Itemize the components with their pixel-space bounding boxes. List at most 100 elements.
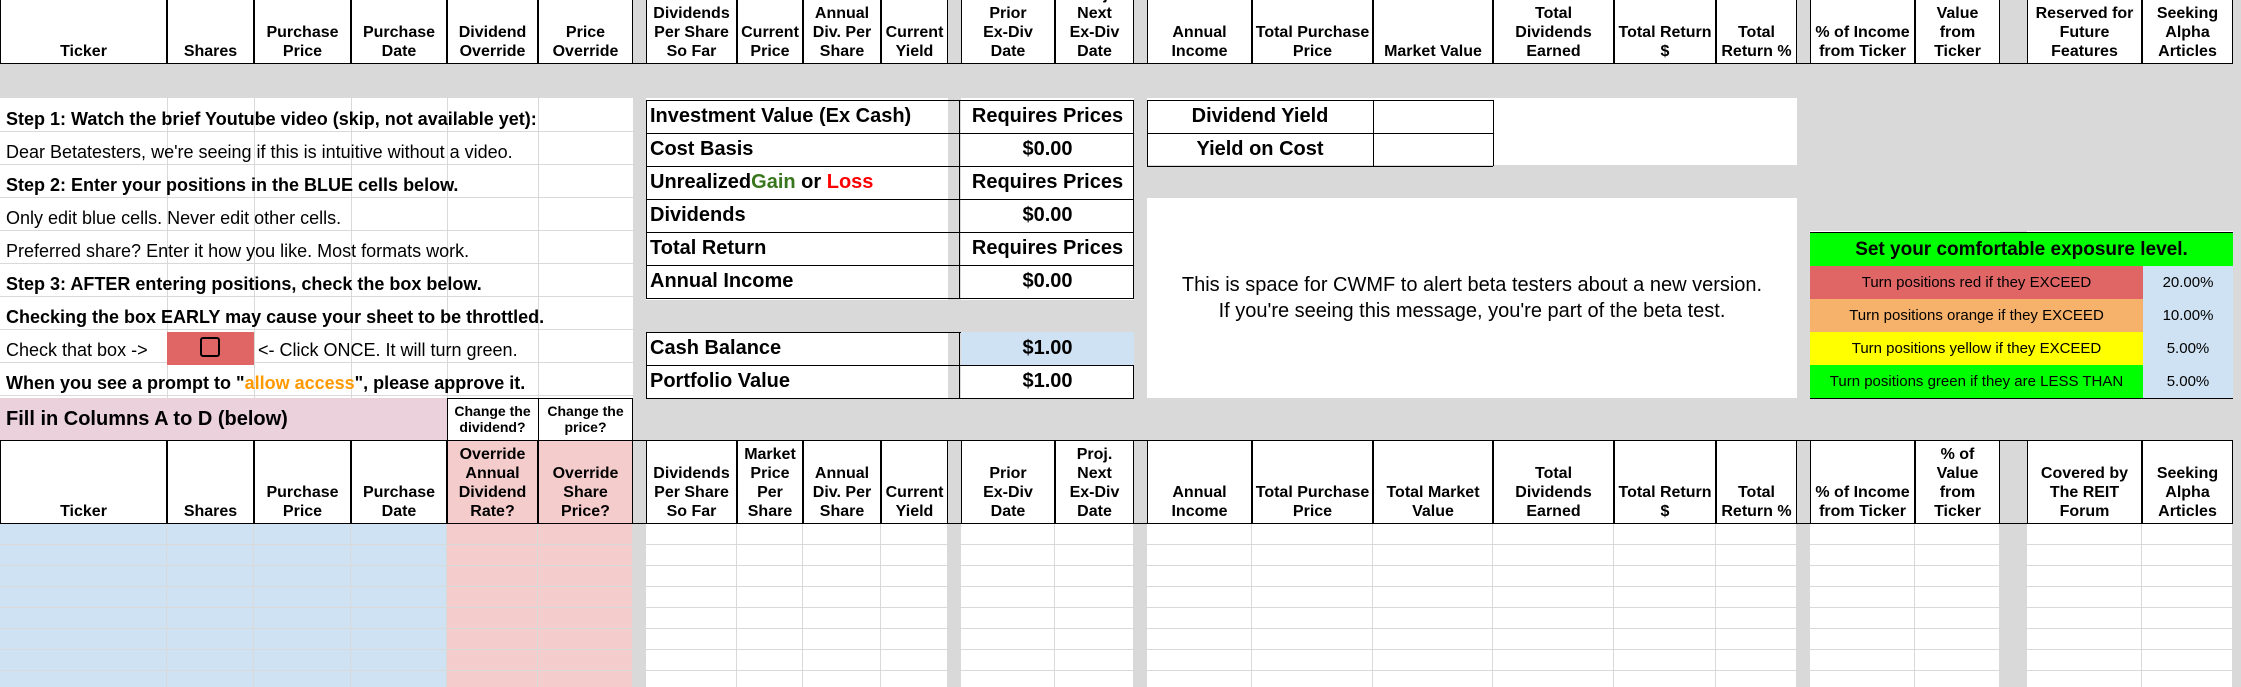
unrealized-gain: Gain xyxy=(751,171,796,193)
top-header-19: % of Income from Ticker xyxy=(1810,0,1915,64)
exposure-label-3: Turn positions yellow if they EXCEED xyxy=(1810,332,2143,365)
start-checkbox[interactable] xyxy=(200,337,220,357)
instruction-step3: Step 3: AFTER entering positions, check … xyxy=(6,274,482,294)
bottom-header-10: Current Yield xyxy=(881,440,948,524)
top-header-17: Total Return $ xyxy=(1614,0,1716,64)
bottom-header-6: Override Share Price? xyxy=(538,440,633,524)
exposure-label-2: Turn positions orange if they EXCEED xyxy=(1810,299,2143,332)
exposure-title: Set your comfortable exposure level. xyxy=(1810,233,2233,266)
exposure-value-2[interactable]: 10.00% xyxy=(2143,299,2233,332)
bottom-header-border xyxy=(961,440,962,524)
bottom-header-border xyxy=(351,440,352,524)
bottom-header-3: Purchase Price xyxy=(254,440,351,524)
data-row-line xyxy=(0,586,2233,587)
data-row-line xyxy=(0,565,2233,566)
instruction-line2: Dear Betatesters, we're seeing if this i… xyxy=(6,142,513,162)
bottom-header-border xyxy=(1915,440,1916,524)
fill-section-title: Fill in Columns A to D (below) xyxy=(6,407,288,430)
bottom-header-border xyxy=(254,440,255,524)
bottom-header-border xyxy=(1796,440,1797,524)
instruction-step1: Step 1: Watch the brief Youtube video (s… xyxy=(6,109,537,129)
top-header-21: Reserved for Future Features xyxy=(2027,0,2142,64)
investment-value-label: Investment Value (Ex Cash) xyxy=(650,105,912,127)
cash-balance-label: Cash Balance xyxy=(650,337,782,359)
bottom-header-border xyxy=(2027,440,2028,524)
bottom-header-7: Dividends Per Share So Far xyxy=(646,440,737,524)
dividends-label: Dividends xyxy=(650,204,746,226)
instruction-line5: Preferred share? Enter it how you like. … xyxy=(6,241,470,261)
input-area-blue[interactable] xyxy=(0,524,447,687)
data-row-line xyxy=(0,544,2233,545)
top-header-border xyxy=(1614,0,1615,64)
instruction-step2: Step 2: Enter your positions in the BLUE… xyxy=(6,175,459,195)
gray-separator-col-w xyxy=(1797,0,1810,687)
top-header-9: Annual Div. Per Share xyxy=(803,0,881,64)
portfolio-value-label: Portfolio Value xyxy=(650,370,791,392)
data-col-line xyxy=(1372,524,1373,687)
gray-row-cash-gap xyxy=(646,300,1134,332)
bottom-header-border xyxy=(1373,440,1374,524)
top-header-border xyxy=(254,0,255,64)
data-col-line xyxy=(253,524,254,687)
exposure-label-1: Turn positions red if they EXCEED xyxy=(1810,266,2143,299)
prompt-allow-access: allow access xyxy=(244,373,355,393)
top-header-4: Purchase Date xyxy=(351,0,447,64)
exposure-value-4[interactable]: 5.00% xyxy=(2143,365,2233,398)
top-header-border xyxy=(538,0,539,64)
bottom-header-border xyxy=(1810,440,1811,524)
bottom-header-top-border xyxy=(0,440,2233,441)
bottom-header-5: Override Annual Dividend Rate? xyxy=(447,440,538,524)
bottom-header-4: Purchase Date xyxy=(351,440,447,524)
data-col-line xyxy=(1715,524,1716,687)
data-col-line xyxy=(1613,524,1614,687)
data-row-line xyxy=(0,649,2233,650)
top-header-border xyxy=(737,0,738,64)
total-return-label: Total Return xyxy=(650,237,767,259)
top-header-border xyxy=(1133,0,1134,64)
top-header-border xyxy=(0,0,1,64)
top-header-border xyxy=(646,0,647,64)
bottom-header-11: Prior Ex-Div Date xyxy=(961,440,1055,524)
total-return-value: Requires Prices xyxy=(971,237,1124,259)
top-header-border xyxy=(1493,0,1494,64)
gray-band-row-2 xyxy=(0,64,2241,98)
override-area-pink[interactable] xyxy=(447,524,633,687)
summary-border xyxy=(959,332,960,398)
notice-line2: If you're seeing this message, you're pa… xyxy=(1218,300,1726,322)
top-header-border xyxy=(1055,0,1056,64)
dividends-value: $0.00 xyxy=(1022,204,1073,226)
top-header-10: Current Yield xyxy=(881,0,948,64)
top-header-border xyxy=(632,0,633,64)
bottom-header-18: Total Return % xyxy=(1716,440,1797,524)
bottom-header-9: Annual Div. Per Share xyxy=(803,440,881,524)
unrealized-pre: Unrealized xyxy=(650,171,752,193)
top-header-border xyxy=(961,0,962,64)
line7-pre: Checking the box xyxy=(6,307,162,327)
exposure-value-1[interactable]: 20.00% xyxy=(2143,266,2233,299)
data-col-line xyxy=(880,524,881,687)
bottom-header-border xyxy=(2142,440,2143,524)
investment-value: Requires Prices xyxy=(971,105,1124,127)
cash-balance-value[interactable]: $1.00 xyxy=(961,332,1134,365)
top-header-15: Market Value xyxy=(1373,0,1493,64)
data-col-line xyxy=(1999,524,2000,687)
checkbox-prefix-text: Check that box -> xyxy=(6,340,148,360)
data-col-line xyxy=(446,524,447,687)
top-header-border xyxy=(1915,0,1916,64)
bottom-header-20: % of Value from Ticker xyxy=(1915,440,2000,524)
top-header-border xyxy=(1810,0,1811,64)
summary-border xyxy=(646,298,1134,299)
exposure-value-3[interactable]: 5.00% xyxy=(2143,332,2233,365)
data-col-line xyxy=(2232,524,2233,687)
gray-separator-col-p xyxy=(1134,0,1147,687)
line7-post: may cause your sheet to be throttled. xyxy=(220,307,545,327)
data-col-line xyxy=(1133,524,1134,687)
cost-basis-label: Cost Basis xyxy=(650,138,754,160)
data-col-line xyxy=(166,524,167,687)
instruction-col-line xyxy=(538,98,539,398)
data-row-line xyxy=(0,670,2233,671)
cost-basis-value: $0.00 xyxy=(1022,138,1073,160)
bottom-header-17: Total Return $ xyxy=(1614,440,1716,524)
bottom-header-border xyxy=(881,440,882,524)
top-header-13: Annual Income xyxy=(1147,0,1252,64)
